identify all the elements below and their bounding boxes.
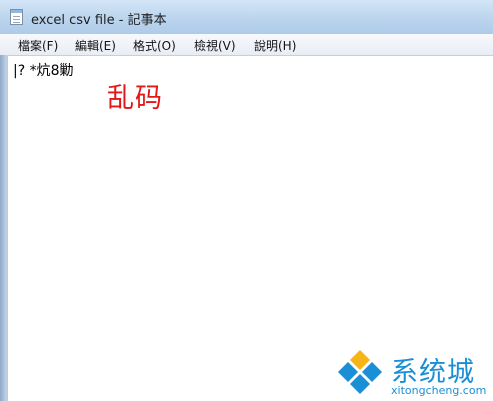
menu-view[interactable]: 檢視(V)	[191, 37, 239, 54]
menu-edit[interactable]: 編輯(E)	[72, 37, 119, 54]
window-left-frame	[0, 55, 7, 401]
menu-bar: 檔案(F) 編輯(E) 格式(O) 檢視(V) 說明(H)	[0, 34, 493, 56]
menu-help[interactable]: 說明(H)	[251, 37, 299, 54]
menu-format[interactable]: 格式(O)	[130, 37, 179, 54]
notepad-icon[interactable]	[10, 9, 23, 25]
notepad-window: excel csv file - 記事本 檔案(F) 編輯(E) 格式(O) 檢…	[0, 0, 493, 401]
window-title: excel csv file - 記事本	[31, 13, 167, 28]
site-watermark: 系统城 xitongcheng.com	[336, 346, 491, 401]
title-bar[interactable]: excel csv file - 記事本	[0, 0, 493, 35]
watermark-url: xitongcheng.com	[391, 384, 487, 397]
garbled-text-annotation: 乱码	[107, 83, 163, 114]
menu-file[interactable]: 檔案(F)	[15, 37, 61, 54]
document-text: |? *炕8勦	[13, 63, 74, 79]
diamond-logo-icon	[338, 350, 382, 394]
